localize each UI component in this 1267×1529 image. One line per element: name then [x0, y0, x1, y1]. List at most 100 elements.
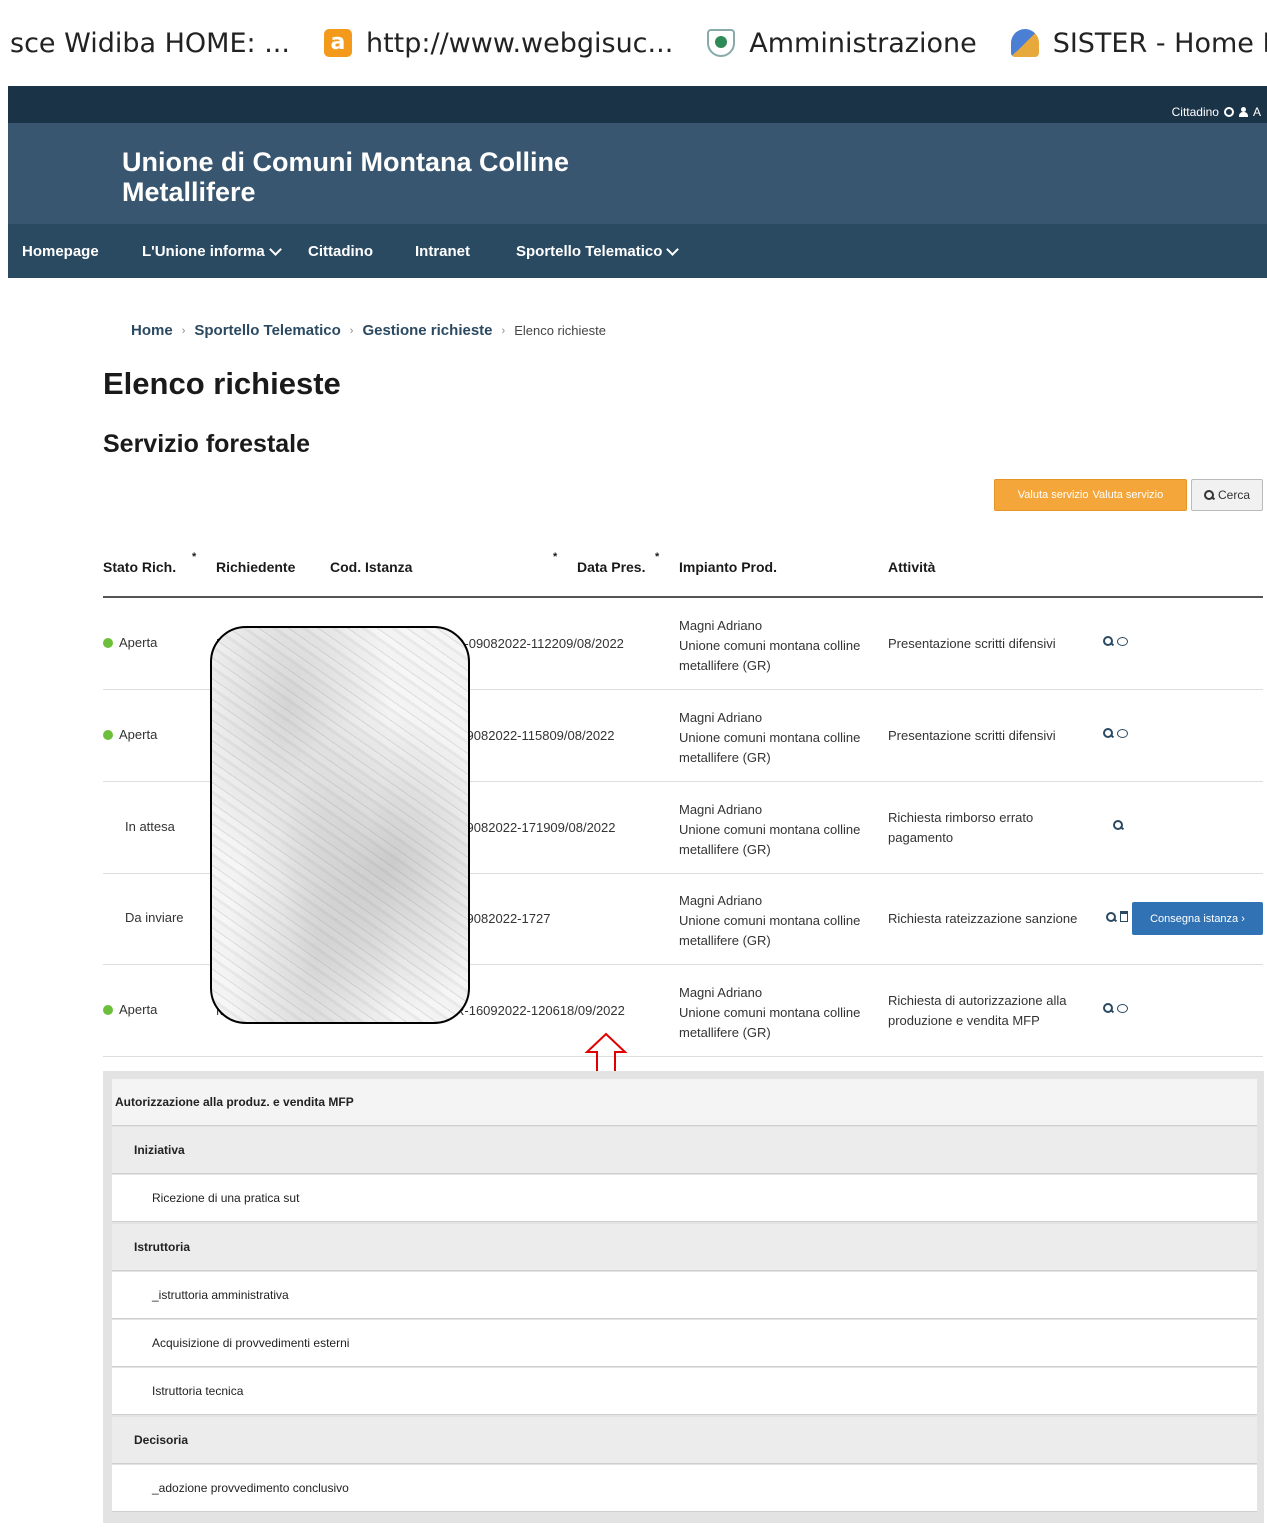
status-dot-icon: [103, 729, 113, 740]
workflow-panel: Autorizzazione alla produz. e vendita MF…: [103, 1071, 1264, 1523]
impianto-line: metallifere (GR): [679, 750, 771, 765]
nav-cittadino[interactable]: Cittadino: [308, 243, 373, 260]
impianto-cell: Magni Adriano Unione comuni montana colli…: [679, 800, 879, 860]
consegna-istanza-button[interactable]: Consegna istanza ›: [1132, 902, 1263, 935]
col-header-data-pres[interactable]: Data Pres.: [577, 559, 645, 575]
status-label: Da inviare: [125, 910, 184, 925]
breadcrumb-separator: ›: [181, 324, 186, 337]
site-header: Unione di Comuni Montana Colline Metalli…: [8, 123, 1267, 224]
topbar-cut-text: A: [1252, 105, 1261, 119]
attivita-cell: Richiesta rateizzazione sanzione: [888, 911, 1078, 926]
status-label: Aperta: [119, 1002, 158, 1017]
cod-istanza-cell: -09082022-115809/08/2022: [455, 728, 615, 743]
site-title[interactable]: Unione di Comuni Montana Colline Metalli…: [122, 147, 642, 207]
nav-label: Intranet: [415, 243, 471, 260]
status-cell: Aperta: [103, 1002, 157, 1017]
impianto-line: metallifere (GR): [679, 933, 771, 948]
nav-homepage[interactable]: Homepage: [22, 243, 99, 260]
power-icon[interactable]: [1223, 107, 1234, 117]
search-icon[interactable]: [1106, 911, 1116, 922]
nav-label: L'Unione informa: [142, 243, 265, 260]
bookmark-label: sce Widiba HOME: ...: [10, 27, 290, 59]
row-actions: [1103, 636, 1128, 646]
sort-icon[interactable]: *: [655, 551, 659, 563]
col-header-impianto: Impianto Prod.: [679, 559, 777, 575]
impianto-line: Unione comuni montana colline: [679, 730, 861, 745]
nav-unione-informa[interactable]: L'Unione informa: [142, 242, 282, 260]
comment-icon[interactable]: [1117, 1003, 1128, 1013]
cerca-button[interactable]: Cerca: [1191, 479, 1263, 511]
col-header-stato[interactable]: Stato Rich.: [103, 559, 176, 575]
data-pres-value: 09/08/2022: [558, 636, 624, 651]
workflow-item: _adozione provvedimento conclusivo: [112, 1465, 1257, 1512]
bookmark-label: Amministrazione: [749, 27, 977, 59]
status-label: Aperta: [119, 727, 158, 742]
nav-label: Homepage: [22, 243, 99, 260]
row-actions: [1106, 911, 1128, 922]
bookmark-webgis[interactable]: a http://www.webgisuc...: [323, 27, 674, 59]
bookmark-sister[interactable]: SISTER - Home Page: [1010, 27, 1267, 59]
cod-istanza-cell: R-16092022-120618/09/2022: [455, 1003, 625, 1018]
impianto-line: Magni Adriano: [679, 893, 763, 908]
workflow-group: Decisoria: [112, 1417, 1257, 1464]
bookmark-label: http://www.webgisuc...: [365, 27, 674, 59]
status-cell: Aperta: [103, 635, 157, 650]
top-bar: Cittadino A: [8, 86, 1267, 123]
trash-icon[interactable]: [1120, 911, 1128, 922]
main-nav: Homepage L'Unione informa Cittadino Intr…: [8, 224, 1267, 278]
col-header-cod-istanza[interactable]: Cod. Istanza: [330, 559, 412, 575]
workflow-item: Ricezione di una pratica sut: [112, 1175, 1257, 1222]
sister-icon: [1010, 29, 1039, 57]
valuta-servizio-button[interactable]: Valuta servizio Valuta servizio: [994, 479, 1187, 511]
row-actions: [1103, 1003, 1128, 1013]
impianto-line: metallifere (GR): [679, 1025, 771, 1040]
workflow-item: Istruttoria tecnica: [112, 1368, 1257, 1415]
nav-sportello-telematico[interactable]: Sportello Telematico: [516, 242, 680, 260]
sort-icon[interactable]: *: [553, 551, 557, 563]
impianto-line: Unione comuni montana colline: [679, 1005, 861, 1020]
data-pres-value: 09/08/2022: [550, 820, 616, 835]
breadcrumb: Home › Sportello Telematico › Gestione r…: [131, 322, 606, 339]
search-icon[interactable]: [1113, 820, 1123, 830]
breadcrumb-sportello[interactable]: Sportello Telematico: [194, 322, 340, 339]
impianto-line: metallifere (GR): [679, 842, 771, 857]
user-label: Cittadino: [1171, 105, 1219, 119]
comment-icon[interactable]: [1117, 728, 1128, 738]
row-actions: [1103, 728, 1128, 738]
page-title: Elenco richieste: [103, 366, 341, 401]
button-label: Valuta servizio: [1017, 489, 1089, 501]
bookmark-label: SISTER - Home Page: [1052, 27, 1267, 59]
col-header-richiedente[interactable]: Richiedente: [216, 559, 295, 575]
nav-intranet[interactable]: Intranet: [415, 243, 470, 260]
impianto-cell: Magni Adriano Unione comuni montana colli…: [679, 708, 879, 768]
cod-istanza-cell: -09082022-171909/08/2022: [455, 820, 616, 835]
search-icon: [1203, 490, 1214, 500]
nav-label: Sportello Telematico: [516, 243, 663, 260]
status-dot-icon: [103, 637, 113, 648]
workflow-item: Acquisizione di provvedimenti esterni: [112, 1320, 1257, 1367]
impianto-line: Magni Adriano: [679, 985, 763, 1000]
attivita-cell: Richiesta rimborso errato pagamento: [888, 810, 1034, 845]
breadcrumb-home[interactable]: Home: [131, 322, 173, 339]
a-icon: a: [323, 29, 352, 57]
status-dot-icon: [103, 1004, 113, 1015]
breadcrumb-gestione[interactable]: Gestione richieste: [362, 322, 492, 339]
person-icon[interactable]: [1238, 107, 1248, 117]
user-menu[interactable]: Cittadino A: [1172, 105, 1261, 119]
status-cell: Aperta: [103, 727, 157, 742]
search-icon[interactable]: [1103, 636, 1113, 646]
comment-icon[interactable]: [1117, 636, 1128, 646]
bookmark-widiba[interactable]: sce Widiba HOME: ...: [10, 28, 290, 59]
sort-icon[interactable]: *: [192, 551, 196, 563]
search-icon[interactable]: [1103, 728, 1113, 738]
search-icon[interactable]: [1103, 1003, 1113, 1013]
impianto-cell: Magni Adriano Unione comuni montana colli…: [679, 891, 879, 951]
workflow-item: _istruttoria amministrativa: [112, 1272, 1257, 1319]
bookmark-amministrazione[interactable]: Amministrazione: [707, 27, 977, 59]
data-pres-value: 18/09/2022: [559, 1003, 625, 1018]
workflow-title: Autorizzazione alla produz. e vendita MF…: [112, 1079, 1257, 1126]
status-cell: Da inviare: [125, 910, 184, 925]
impianto-line: Unione comuni montana colline: [679, 638, 861, 653]
shield-icon: [707, 29, 736, 57]
section-title: Servizio forestale: [103, 430, 311, 458]
